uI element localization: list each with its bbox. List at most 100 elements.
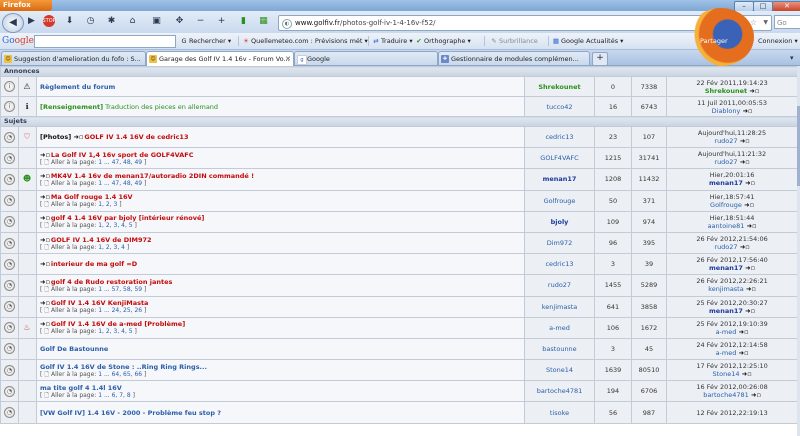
last-post-user[interactable]: rudo27 (714, 158, 737, 166)
search-input[interactable]: Go (774, 15, 800, 29)
page-numbers-links[interactable]: 1, 2, 3 (98, 201, 117, 208)
goto-last-post-icon[interactable]: ➜▫ (749, 391, 761, 399)
new-post-arrow-icon[interactable]: ➜▫ (40, 193, 50, 201)
topic-title-link[interactable]: ma tite golf 4 1.4l 16V (40, 384, 122, 392)
last-post-user[interactable]: menan17 (709, 264, 743, 272)
history-button[interactable]: ◷ (82, 14, 99, 29)
page-numbers-links[interactable]: 1 ... 47, 48, 49 (98, 180, 142, 187)
author-link[interactable]: Shrekounet (538, 83, 580, 91)
page-numbers-links[interactable]: 1 ... 47, 48, 49 (98, 159, 142, 166)
last-post-user[interactable]: a-med (716, 328, 737, 336)
last-post-user[interactable]: menan17 (709, 179, 743, 187)
new-post-arrow-icon[interactable]: ➜▫ (40, 260, 50, 268)
topic-title-link[interactable]: MK4V 1.4 16v de menan17/autoradio 2DIN c… (51, 172, 254, 180)
firefox-menu-button[interactable]: Firefox (0, 0, 52, 11)
topic-title-link[interactable]: [Renseignement] (40, 103, 103, 111)
topic-title-link[interactable]: La Golf IV 1,4 16v sport de GOLF4VAFC (51, 151, 194, 159)
goto-last-post-icon[interactable]: ➜▫ (738, 137, 750, 145)
page-numbers-links[interactable]: 1, 2, 3, 4, 5 (98, 328, 132, 335)
author-link[interactable]: bastounne (542, 345, 576, 353)
back-button[interactable]: ◀ (2, 13, 24, 33)
last-post-user[interactable]: Stone14 (712, 370, 739, 378)
home-button[interactable]: ⌂ (124, 14, 141, 29)
last-post-user[interactable]: bartoche4781 (703, 391, 749, 399)
zoom-out-button[interactable]: − (192, 14, 209, 29)
page-numbers-links[interactable]: 1 ... 57, 58, 59 (98, 286, 142, 293)
page-numbers-links[interactable]: 1 ... 64, 65, 66 (98, 371, 142, 378)
last-post-user[interactable]: kenjimasta (708, 285, 744, 293)
google-search-button[interactable]: G Rechercher ▾ (180, 33, 231, 49)
topic-title-link[interactable]: interieur de ma golf =D (51, 260, 137, 268)
new-post-arrow-icon[interactable]: ➜▫ (40, 236, 50, 244)
topic-title-link[interactable]: GOLF IV 1.4 16V de DIM972 (51, 236, 152, 244)
topic-title-link[interactable]: Golf IV 1.4 16V de a-med [Problème] (51, 320, 185, 328)
page-numbers-links[interactable]: 1 ... 24, 25, 26 (98, 307, 142, 314)
author-link[interactable]: Golfrouge (544, 197, 576, 205)
tab-list-icon[interactable]: ▾ (790, 52, 794, 64)
google-search-input[interactable] (34, 35, 176, 48)
goto-last-post-icon[interactable]: ➜▫ (744, 222, 757, 230)
last-post-user[interactable]: Golfrouge (710, 201, 742, 209)
topic-title-link[interactable]: golf 4 de Rudo restoration jantes (51, 278, 173, 286)
goto-last-post-icon[interactable]: ➜▫ (740, 107, 753, 115)
topic-title-link[interactable]: [VW Golf IV] 1.4 16V - 2000 - Problème f… (40, 409, 221, 417)
goto-last-post-icon[interactable]: ➜▫ (743, 307, 755, 315)
last-post-user[interactable]: menan17 (709, 307, 743, 315)
author-link[interactable]: cedric13 (545, 133, 573, 141)
page-numbers-links[interactable]: 1, 2, 3, 4, 5 (98, 222, 132, 229)
last-post-user[interactable]: a-med (716, 349, 737, 357)
topic-title-link[interactable]: golf 4 1.4 16V par bjoly [intérieur réno… (51, 214, 205, 222)
author-link[interactable]: a-med (549, 324, 570, 332)
author-link[interactable]: GOLF4VAFC (540, 154, 578, 162)
tab-garage-golf[interactable]: ☺ Garage des Golf IV 1.4 16v - Forum Vo..… (146, 51, 294, 66)
goto-last-post-icon[interactable]: ➜▫ (742, 201, 754, 209)
spelling-button[interactable]: ✔ Orthographe ▾ (415, 33, 471, 49)
topic-title-link[interactable]: Golf IV 1.4 16V KenjiMasta (51, 299, 149, 307)
tab-google[interactable]: g Google (294, 51, 438, 65)
highlight-button[interactable]: ✎ Surbrillance (490, 33, 538, 49)
author-link[interactable]: bjoly (551, 218, 569, 226)
author-link[interactable]: tucco42 (546, 103, 572, 111)
goto-last-post-icon[interactable]: ➜▫ (743, 179, 755, 187)
addon-button[interactable]: ▦ (255, 14, 272, 29)
url-dropdown-icon[interactable]: ▼ (763, 16, 768, 30)
share-button[interactable]: Partager (700, 33, 728, 49)
author-link[interactable]: bartoche4781 (537, 387, 583, 395)
forward-button[interactable]: ▶ (23, 14, 40, 29)
new-tab-button[interactable]: + (592, 52, 608, 66)
download-button[interactable]: ⬇ (61, 14, 78, 29)
new-post-arrow-icon[interactable]: ➜▫ (40, 278, 50, 286)
goto-last-post-icon[interactable]: ➜▫ (738, 243, 750, 251)
author-link[interactable]: menan17 (543, 175, 577, 183)
topic-title-link[interactable]: Golf IV 1.4 16V de Stone : ..Ring Ring R… (40, 363, 207, 371)
author-link[interactable]: Dim972 (547, 239, 573, 247)
last-post-user[interactable]: rudo27 (714, 137, 737, 145)
goto-last-post-icon[interactable]: ➜▫ (747, 87, 759, 95)
new-post-arrow-icon[interactable]: ➜▫ (40, 151, 50, 159)
url-text[interactable]: www.golfiv.fr/photos-golf-iv-1-4-16v-f52… (295, 16, 436, 30)
topic-title-link[interactable]: Ma Golf rouge 1.4 16V (51, 193, 133, 201)
google-news-button[interactable]: ▦ Google Actualités ▾ (552, 33, 624, 49)
goto-last-post-icon[interactable]: ➜▫ (738, 158, 750, 166)
last-post-user[interactable]: Diablony (712, 107, 741, 115)
new-post-arrow-icon[interactable]: ➜▫ (40, 172, 50, 180)
goto-last-post-icon[interactable]: ➜▫ (740, 370, 752, 378)
fullscreen-button[interactable]: ✥ (171, 14, 188, 29)
new-post-arrow-icon[interactable]: ➜▫ (40, 299, 50, 307)
goto-last-post-icon[interactable]: ➜▫ (744, 285, 756, 293)
topic-title-link[interactable]: GOLF IV 1.4 16V de cedric13 (84, 133, 188, 141)
last-post-user[interactable]: rudo27 (714, 243, 737, 251)
author-link[interactable]: rudo27 (548, 281, 571, 289)
last-post-user[interactable]: aantoine81 (708, 222, 745, 230)
last-post-user[interactable]: Shrekounet (705, 87, 747, 95)
tab-suggestion[interactable]: ☺ Suggestion d'amelioration du fofo : S..… (1, 51, 146, 65)
bookmarks-button[interactable]: ✱ (103, 14, 120, 29)
zoom-in-button[interactable]: + (213, 14, 230, 29)
goto-last-post-icon[interactable]: ➜▫ (743, 264, 755, 272)
page-numbers-links[interactable]: 1 ... 6, 7, 8 (98, 392, 130, 399)
close-tab-icon[interactable]: ✕ (285, 52, 291, 66)
new-post-arrow-icon[interactable]: ➜▫ (74, 133, 84, 141)
weather-button[interactable]: ☀ Quellemeteo.com : Prévisions mét ▾ (242, 33, 368, 49)
new-post-arrow-icon[interactable]: ➜▫ (40, 320, 50, 328)
goto-last-post-icon[interactable]: ➜▫ (736, 349, 749, 357)
